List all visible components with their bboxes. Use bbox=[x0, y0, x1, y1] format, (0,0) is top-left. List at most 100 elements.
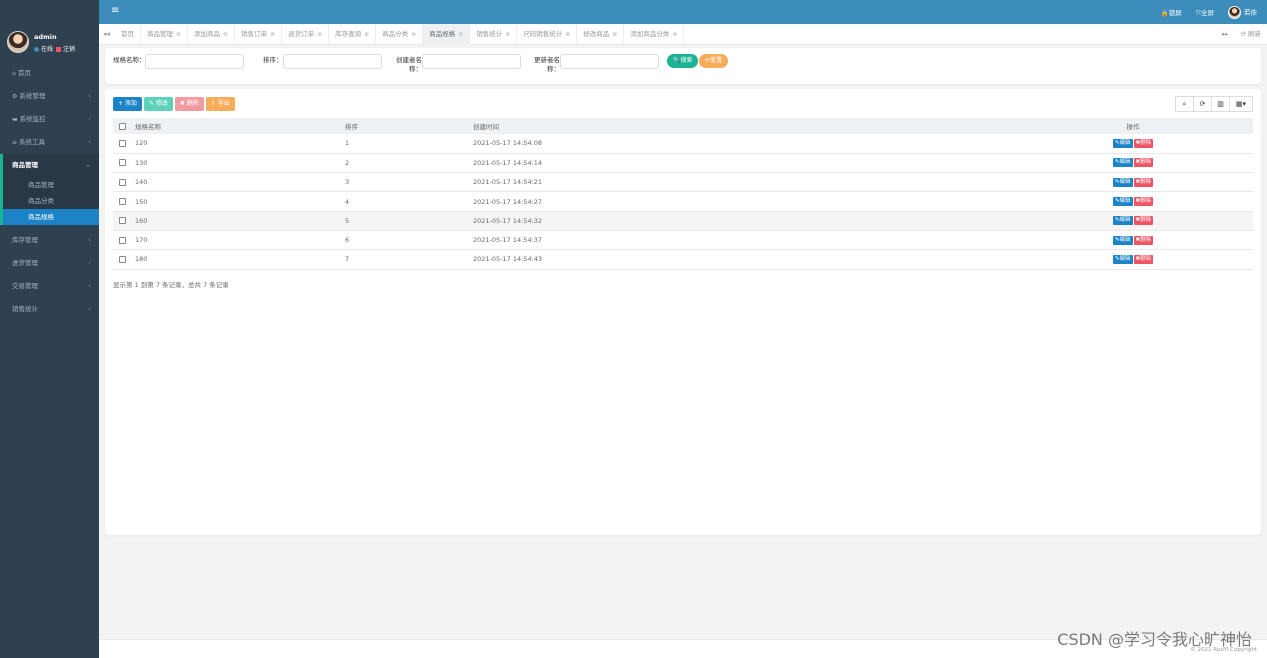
row-checkbox[interactable] bbox=[119, 159, 126, 167]
table-row[interactable]: 180 7 2021-05-17 14:54:43 ✎编辑 ✖删除 bbox=[113, 249, 1253, 270]
table-row[interactable]: 140 3 2021-05-17 14:54:21 ✎编辑 ✖删除 bbox=[113, 172, 1253, 193]
row-delete-button[interactable]: ✖删除 bbox=[1133, 235, 1154, 245]
avatar[interactable] bbox=[7, 31, 29, 53]
close-icon[interactable]: ⊗ bbox=[612, 31, 617, 38]
close-icon[interactable]: ⊗ bbox=[565, 31, 570, 38]
tab-4[interactable]: 退货订单 ⊗ bbox=[282, 24, 330, 45]
row-delete-button[interactable]: ✖删除 bbox=[1133, 138, 1154, 148]
row-checkbox[interactable] bbox=[119, 236, 126, 244]
user-menu[interactable]: 若依 bbox=[1228, 5, 1257, 19]
row-delete-button[interactable]: ✖删除 bbox=[1133, 197, 1154, 207]
row-edit-button[interactable]: ✎编辑 bbox=[1112, 197, 1133, 207]
table-row[interactable]: 130 2 2021-05-17 14:54:14 ✎编辑 ✖删除 bbox=[113, 153, 1253, 174]
export-button[interactable]: ⇩ 导出 bbox=[205, 97, 235, 111]
row-edit-button[interactable]: ✎编辑 bbox=[1112, 254, 1133, 264]
col-spec-name[interactable]: 规格名称 bbox=[135, 118, 345, 134]
reset-button[interactable]: ⟳重置 bbox=[699, 54, 729, 68]
sort-input[interactable] bbox=[283, 54, 382, 69]
columns-toggle-button[interactable]: ▥ bbox=[1211, 96, 1230, 112]
row-checkbox[interactable] bbox=[119, 198, 126, 206]
row-edit-button[interactable]: ✎编辑 bbox=[1112, 235, 1133, 245]
row-checkbox[interactable] bbox=[119, 178, 126, 186]
sidebar-item-system[interactable]: ⚙ 系统管理 ‹ bbox=[0, 85, 99, 108]
row-delete-button[interactable]: ✖删除 bbox=[1133, 216, 1154, 226]
logout-link[interactable]: 注销 bbox=[63, 46, 75, 53]
tab-6[interactable]: 商品分类 ⊗ bbox=[376, 24, 424, 45]
close-icon[interactable]: ⊗ bbox=[223, 31, 228, 38]
add-button[interactable]: + 添加 bbox=[113, 97, 142, 111]
tab-7[interactable]: 商品规格 ⊗ bbox=[423, 24, 471, 45]
sidebar-item-sales-stats[interactable]: 销售统计 ‹ bbox=[0, 298, 99, 321]
tab-3[interactable]: 销售订单 ⊗ bbox=[235, 24, 283, 45]
chevron-left-icon: ‹ bbox=[88, 259, 91, 267]
lock-screen-button[interactable]: 🔒锁屏 bbox=[1161, 7, 1182, 17]
row-edit-button[interactable]: ✎编辑 bbox=[1112, 177, 1133, 187]
row-delete-button[interactable]: ✖删除 bbox=[1133, 158, 1154, 168]
sidebar-item-goods[interactable]: 商品管理 ⌄ bbox=[3, 154, 99, 177]
tab-label: 尺码销售统计 bbox=[523, 30, 563, 38]
updater-input[interactable] bbox=[560, 54, 659, 69]
column-menu-button[interactable]: ▦▾ bbox=[1229, 96, 1253, 112]
sidebar-subitem-category[interactable]: 商品分类 bbox=[3, 193, 99, 209]
sidebar-item-label: 系统管理 bbox=[19, 92, 46, 100]
sidebar-menu: ⌂ 首页 ⚙ 系统管理 ‹ ▬ 系统监控 ‹ ≡ 系统工具 ‹ 商品管理 ⌄ 商品管理 商品分类… bbox=[0, 62, 99, 321]
sidebar-item-monitor[interactable]: ▬ 系统监控 ‹ bbox=[0, 108, 99, 131]
tab-10[interactable]: 修改商品 ⊗ bbox=[577, 24, 625, 45]
tab-label: 销售订单 bbox=[241, 30, 268, 38]
tab-0[interactable]: 首页 bbox=[115, 24, 141, 45]
close-icon[interactable]: ⊗ bbox=[505, 31, 510, 38]
tabs-scroll-right-icon[interactable]: ▸▸ bbox=[1222, 30, 1229, 38]
refresh-table-button[interactable]: ⟳ bbox=[1193, 96, 1212, 112]
cell-spec-name: 180 bbox=[135, 249, 345, 270]
delete-button[interactable]: ✖ 删除 bbox=[174, 97, 204, 111]
close-icon[interactable]: ⊗ bbox=[364, 31, 369, 38]
search-button[interactable]: 🔍搜索 bbox=[667, 54, 699, 68]
creator-input[interactable] bbox=[422, 54, 521, 69]
cell-spec-name: 120 bbox=[135, 134, 345, 154]
sidebar-item-purchase[interactable]: 进货管理 ‹ bbox=[0, 252, 99, 275]
row-checkbox[interactable] bbox=[119, 217, 126, 225]
tab-5[interactable]: 库存查询 ⊗ bbox=[329, 24, 377, 45]
table-row[interactable]: 150 4 2021-05-17 14:54:27 ✎编辑 ✖删除 bbox=[113, 191, 1253, 212]
sidebar-item-tools[interactable]: ≡ 系统工具 ‹ bbox=[0, 131, 99, 154]
close-icon[interactable]: ⊗ bbox=[270, 31, 275, 38]
row-checkbox[interactable] bbox=[119, 255, 126, 263]
table-row[interactable]: 160 5 2021-05-17 14:54:32 ✎编辑 ✖删除 bbox=[113, 211, 1253, 231]
close-icon[interactable]: ⊗ bbox=[672, 31, 677, 38]
tab-9[interactable]: 尺码销售统计 ⊗ bbox=[517, 24, 578, 45]
tab-1[interactable]: 商品管理 ⊗ bbox=[141, 24, 189, 45]
search-toggle-button[interactable]: ⌕ bbox=[1175, 96, 1194, 112]
fullscreen-button[interactable]: ⤧全屏 bbox=[1196, 7, 1214, 18]
close-icon[interactable]: ⊗ bbox=[411, 31, 416, 38]
sidebar-subitem-spec[interactable]: 商品规格 bbox=[3, 209, 99, 225]
table-row[interactable]: 120 1 2021-05-17 14:54:08 ✎编辑 ✖删除 bbox=[113, 134, 1253, 154]
close-icon[interactable]: ⊗ bbox=[458, 31, 463, 38]
row-edit-button[interactable]: ✎编辑 bbox=[1112, 216, 1133, 226]
row-delete-button[interactable]: ✖删除 bbox=[1133, 254, 1154, 264]
col-sort[interactable]: 排序 bbox=[345, 118, 473, 134]
col-create-time[interactable]: 创建时间 bbox=[473, 118, 1013, 134]
tab-label: 修改商品 bbox=[583, 30, 610, 38]
close-icon[interactable]: ⊗ bbox=[317, 31, 322, 38]
table-row[interactable]: 170 6 2021-05-17 14:54:37 ✎编辑 ✖删除 bbox=[113, 230, 1253, 251]
row-checkbox[interactable] bbox=[119, 139, 126, 147]
table-panel: + 添加 ✎ 修改 ✖ 删除 ⇩ 导出 ⌕ ⟳ ▥ ▦▾ 规格名称 排序 创建时… bbox=[105, 89, 1261, 535]
edit-button[interactable]: ✎ 修改 bbox=[143, 97, 173, 111]
menu-toggle-icon[interactable]: ≡ bbox=[111, 5, 119, 16]
sidebar-item-trade[interactable]: 交易管理 ‹ bbox=[0, 275, 99, 298]
sidebar-item-stock[interactable]: 库存管理 ‹ bbox=[0, 229, 99, 252]
spec-name-input[interactable] bbox=[145, 54, 244, 69]
sidebar-item-home[interactable]: ⌂ 首页 bbox=[0, 62, 99, 85]
close-icon[interactable]: ⊗ bbox=[176, 31, 181, 38]
tabs-scroll-left-icon[interactable]: ◂◂ bbox=[103, 24, 113, 45]
select-all-checkbox[interactable] bbox=[119, 122, 126, 130]
tab-11[interactable]: 添加商品分类 ⊗ bbox=[624, 24, 685, 45]
tab-8[interactable]: 销售统计 ⊗ bbox=[470, 24, 518, 45]
sidebar-subitem-goods[interactable]: 商品管理 bbox=[3, 177, 99, 193]
row-edit-button[interactable]: ✎编辑 bbox=[1112, 138, 1133, 148]
tab-2[interactable]: 添加商品 ⊗ bbox=[188, 24, 236, 45]
row-edit-button[interactable]: ✎编辑 bbox=[1112, 158, 1133, 168]
refresh-button[interactable]: ⟳ 刷新 bbox=[1240, 30, 1261, 38]
row-delete-button[interactable]: ✖删除 bbox=[1133, 177, 1154, 187]
topbar-actions: 🔒锁屏 ⤧全屏 若依 bbox=[1161, 0, 1257, 24]
